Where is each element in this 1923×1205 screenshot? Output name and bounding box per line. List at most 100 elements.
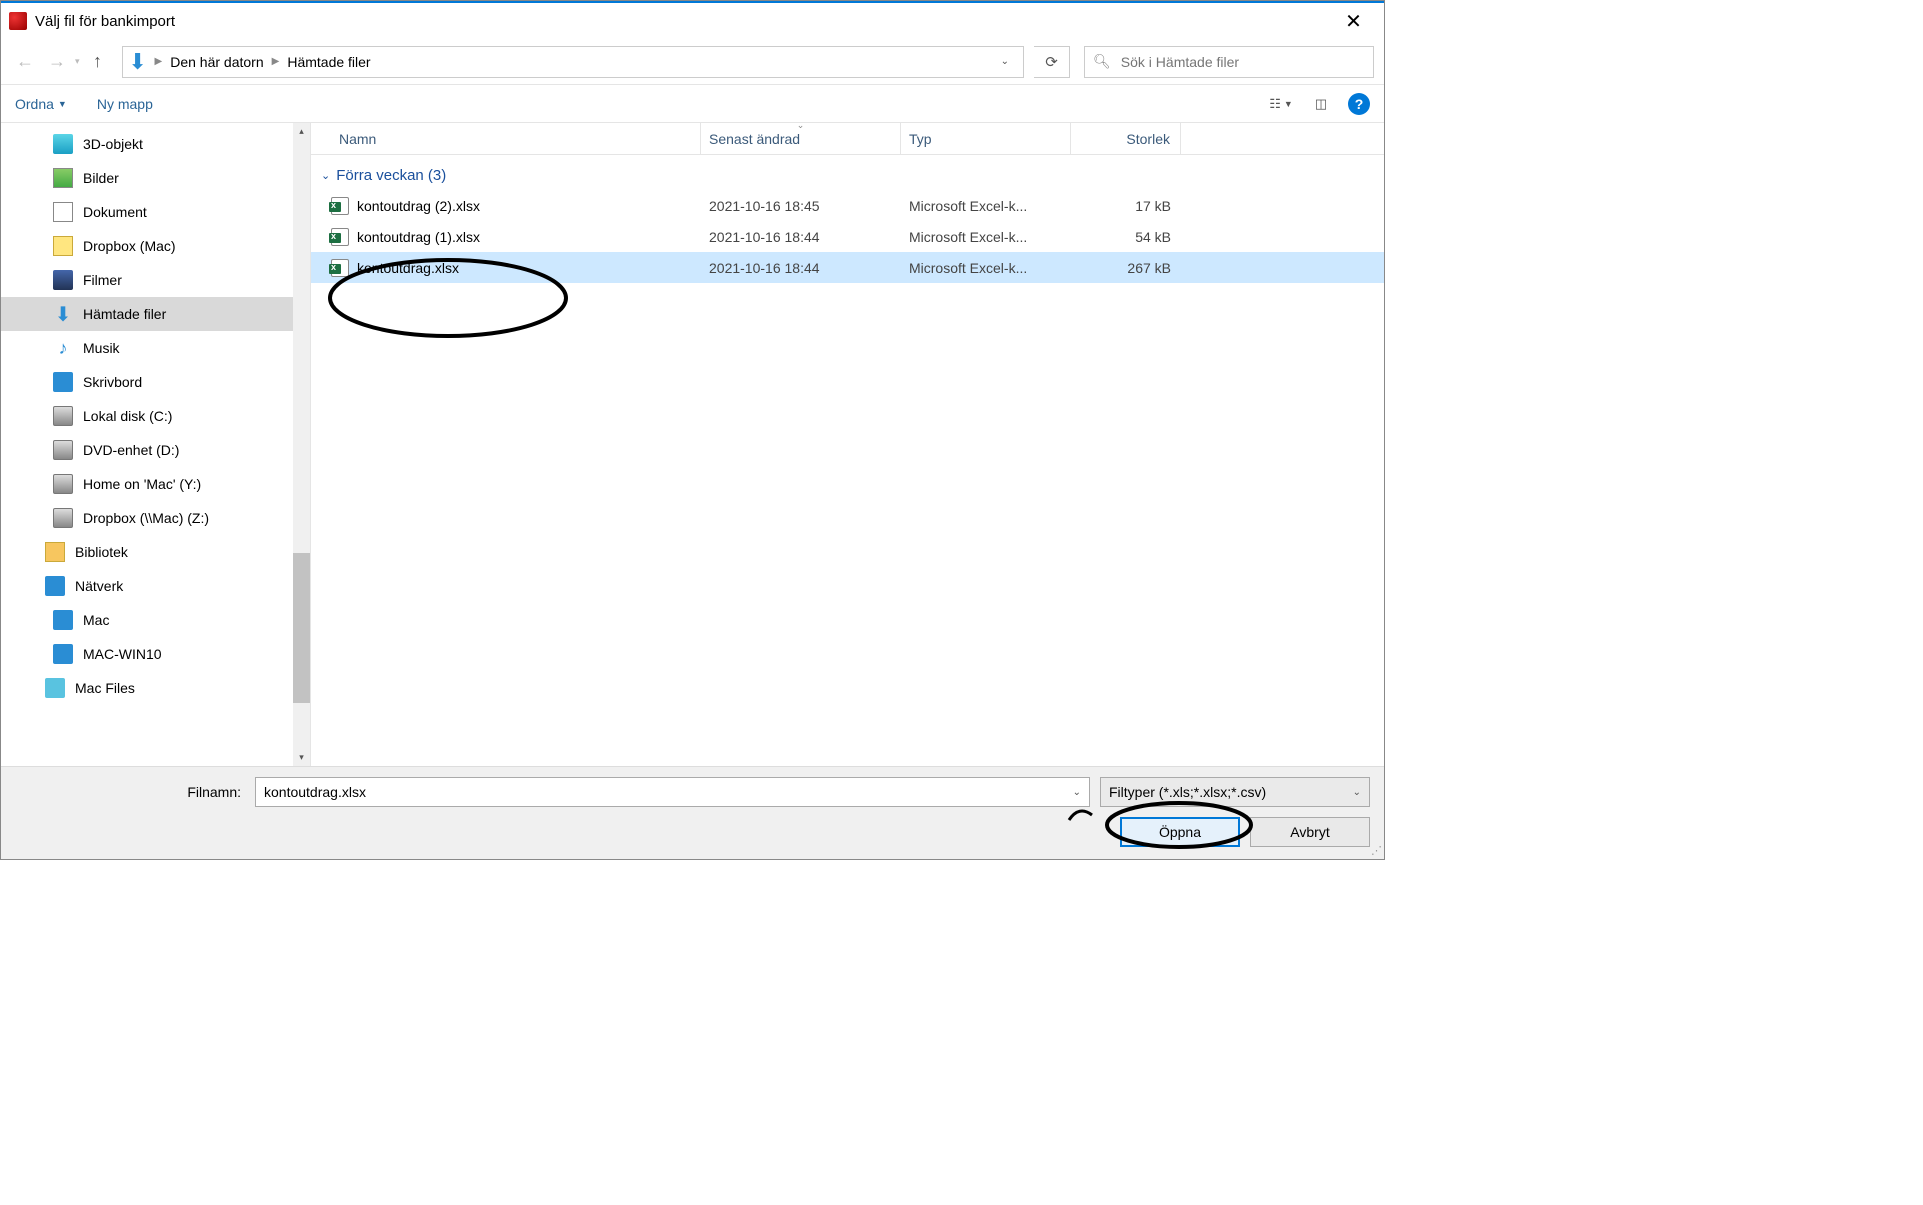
file-size: 17 kB xyxy=(1071,198,1181,214)
breadcrumb-bar[interactable]: ⬇ ▶ Den här datorn ▶ Hämtade filer ⌄ xyxy=(122,46,1024,78)
file-name: kontoutdrag (2).xlsx xyxy=(357,198,480,214)
sidebar-item-label: Nätverk xyxy=(75,578,123,594)
sidebar-scrollbar[interactable]: ▴ ▾ xyxy=(293,123,310,766)
file-type: Microsoft Excel-k... xyxy=(901,260,1071,276)
folder-icon xyxy=(53,134,73,154)
sidebar-item-label: Dropbox (\\Mac) (Z:) xyxy=(83,510,209,526)
sidebar-item-label: Dokument xyxy=(83,204,147,220)
sidebar-item[interactable]: Lokal disk (C:) xyxy=(1,399,310,433)
folder-icon xyxy=(53,372,73,392)
folder-icon xyxy=(45,542,65,562)
scroll-up-icon[interactable]: ▴ xyxy=(293,123,310,140)
filename-value: kontoutdrag.xlsx xyxy=(264,784,366,800)
sidebar-item-label: Hämtade filer xyxy=(83,306,166,322)
folder-icon: ⬇ xyxy=(53,304,73,324)
file-date: 2021-10-16 18:45 xyxy=(701,198,901,214)
sidebar-item[interactable]: Filmer xyxy=(1,263,310,297)
sidebar-item[interactable]: ⬇ Hämtade filer xyxy=(1,297,310,331)
folder-icon xyxy=(53,474,73,494)
file-date: 2021-10-16 18:44 xyxy=(701,260,901,276)
scroll-down-icon[interactable]: ▾ xyxy=(293,749,310,766)
back-button[interactable]: ← xyxy=(11,48,39,76)
search-input[interactable] xyxy=(1121,54,1365,70)
preview-pane-button[interactable]: ◫ xyxy=(1308,91,1334,117)
column-date[interactable]: ⌄ Senast ändrad xyxy=(701,123,901,154)
sort-indicator-icon: ⌄ xyxy=(797,120,805,131)
column-size[interactable]: Storlek xyxy=(1071,123,1181,154)
sidebar-item[interactable]: DVD-enhet (D:) xyxy=(1,433,310,467)
history-dropdown-icon[interactable]: ▾ xyxy=(75,56,80,67)
forward-button[interactable]: → xyxy=(43,48,71,76)
breadcrumb-dropdown-icon[interactable]: ⌄ xyxy=(991,56,1019,67)
sidebar-item[interactable]: ♪Musik xyxy=(1,331,310,365)
sidebar-item-label: Bilder xyxy=(83,170,119,186)
sidebar-item[interactable]: Mac xyxy=(1,603,310,637)
annotation-circle xyxy=(323,258,573,343)
view-options-button[interactable]: ☷ ▼ xyxy=(1268,91,1294,117)
sidebar-item[interactable]: Dropbox (\\Mac) (Z:) xyxy=(1,501,310,535)
sidebar-item[interactable]: Bibliotek xyxy=(1,535,310,569)
excel-file-icon xyxy=(331,228,349,246)
help-button[interactable]: ? xyxy=(1348,93,1370,115)
folder-icon xyxy=(53,168,73,188)
resize-grip-icon[interactable]: ⋰ xyxy=(1371,844,1382,857)
column-headers: Namn ⌄ Senast ändrad Typ Storlek xyxy=(311,123,1384,155)
sidebar-item[interactable]: Dokument xyxy=(1,195,310,229)
dropdown-icon[interactable]: ⌄ xyxy=(1353,787,1361,798)
column-name[interactable]: Namn xyxy=(331,123,701,154)
sidebar-item-label: 3D-objekt xyxy=(83,136,143,152)
search-box[interactable]: 🔍︎ xyxy=(1084,46,1374,78)
folder-icon xyxy=(53,270,73,290)
nav-bar: ← → ▾ ↑ ⬇ ▶ Den här datorn ▶ Hämtade fil… xyxy=(1,39,1384,85)
file-row[interactable]: kontoutdrag (1).xlsx2021-10-16 18:44Micr… xyxy=(311,221,1384,252)
group-header[interactable]: ⌄ Förra veckan (3) xyxy=(311,163,1384,190)
sidebar: 3D-objekt Bilder Dokument Dropbox (Mac) Film… xyxy=(1,123,311,766)
sidebar-item[interactable]: 3D-objekt xyxy=(1,127,310,161)
sidebar-item-label: Lokal disk (C:) xyxy=(83,408,172,424)
file-type: Microsoft Excel-k... xyxy=(901,198,1071,214)
footer: Filnamn: kontoutdrag.xlsx ⌄ Filtyper (*.… xyxy=(1,766,1384,859)
chevron-down-icon: ⌄ xyxy=(321,169,330,182)
app-icon xyxy=(9,12,27,30)
sidebar-item-label: MAC-WIN10 xyxy=(83,646,162,662)
breadcrumb-item-computer[interactable]: Den här datorn xyxy=(168,54,265,70)
sidebar-item[interactable]: Mac Files xyxy=(1,671,310,705)
sidebar-item[interactable]: Skrivbord xyxy=(1,365,310,399)
sidebar-item[interactable]: Dropbox (Mac) xyxy=(1,229,310,263)
file-row[interactable]: kontoutdrag (2).xlsx 2021-10-16 18:45Micr… xyxy=(311,190,1384,221)
sidebar-item-label: Bibliotek xyxy=(75,544,128,560)
sidebar-item-label: Skrivbord xyxy=(83,374,142,390)
file-name: kontoutdrag (1).xlsx xyxy=(357,229,480,245)
sidebar-item[interactable]: Nätverk xyxy=(1,569,310,603)
folder-icon xyxy=(53,644,73,664)
filename-label: Filnamn: xyxy=(15,784,245,800)
sidebar-item-label: Home on 'Mac' (Y:) xyxy=(83,476,201,492)
new-folder-button[interactable]: Ny mapp xyxy=(97,96,153,112)
file-pane: Namn ⌄ Senast ändrad Typ Storlek ⌄ Förra… xyxy=(311,123,1384,766)
file-type: Microsoft Excel-k... xyxy=(901,229,1071,245)
column-type[interactable]: Typ xyxy=(901,123,1071,154)
folder-icon xyxy=(53,202,73,222)
close-button[interactable]: ✕ xyxy=(1331,9,1376,34)
scroll-thumb[interactable] xyxy=(293,553,310,703)
folder-icon xyxy=(53,440,73,460)
organize-menu[interactable]: Ordna ▼ xyxy=(15,96,67,112)
group-header-label: Förra veckan (3) xyxy=(336,167,446,184)
sidebar-item-label: Filmer xyxy=(83,272,122,288)
breadcrumb-separator-icon: ▶ xyxy=(272,56,280,67)
sidebar-item[interactable]: Bilder xyxy=(1,161,310,195)
file-size: 54 kB xyxy=(1071,229,1181,245)
sidebar-item[interactable]: Home on 'Mac' (Y:) xyxy=(1,467,310,501)
breadcrumb-item-downloads[interactable]: Hämtade filer xyxy=(285,54,372,70)
sidebar-item-label: DVD-enhet (D:) xyxy=(83,442,179,458)
toolbar: Ordna ▼ Ny mapp ☷ ▼ ◫ ? xyxy=(1,85,1384,123)
sidebar-item[interactable]: MAC-WIN10 xyxy=(1,637,310,671)
column-date-label: Senast ändrad xyxy=(709,131,800,147)
up-button[interactable]: ↑ xyxy=(84,48,112,76)
annotation-arrow xyxy=(1064,795,1294,855)
filename-combobox[interactable]: kontoutdrag.xlsx ⌄ xyxy=(255,777,1090,807)
breadcrumb-separator-icon: ▶ xyxy=(155,56,163,67)
sidebar-item-label: Dropbox (Mac) xyxy=(83,238,176,254)
refresh-button[interactable]: ⟳ xyxy=(1034,46,1070,78)
organize-label: Ordna xyxy=(15,96,54,112)
